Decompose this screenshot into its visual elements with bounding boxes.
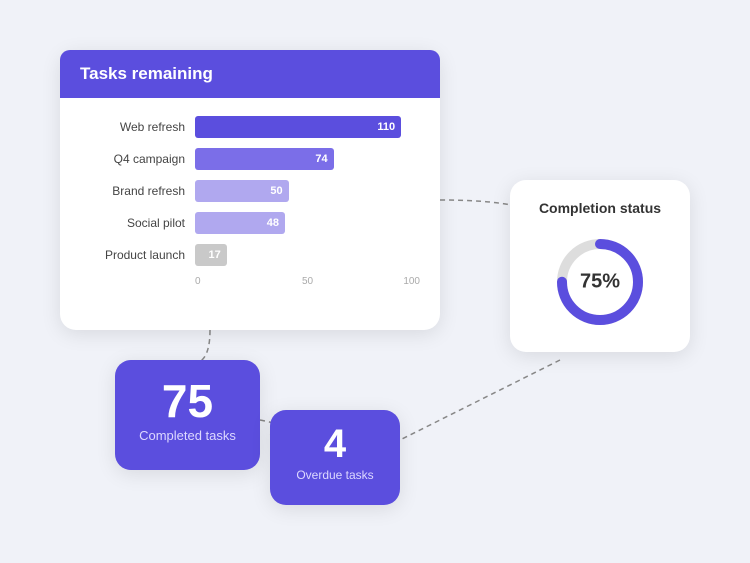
overdue-tasks-card: 4 Overdue tasks xyxy=(270,410,400,505)
donut-chart: 75% xyxy=(550,232,650,332)
bar-track-q4: 74 xyxy=(195,148,420,170)
bar-fill-q4: 74 xyxy=(195,148,334,170)
bar-row-web-refresh: Web refresh 110 xyxy=(80,116,420,138)
bar-value-product: 17 xyxy=(208,249,220,261)
tasks-card-title: Tasks remaining xyxy=(60,50,440,98)
completion-status-card: Completion status 75% xyxy=(510,180,690,352)
bar-label-product: Product launch xyxy=(80,248,185,262)
bar-label-social: Social pilot xyxy=(80,216,185,230)
bar-label-web-refresh: Web refresh xyxy=(80,120,185,134)
overdue-tasks-label: Overdue tasks xyxy=(282,468,388,482)
axis-tick-0: 0 xyxy=(195,276,270,287)
bar-value-social: 48 xyxy=(267,217,279,229)
completion-card-title: Completion status xyxy=(530,200,670,216)
bar-track-web-refresh: 110 xyxy=(195,116,420,138)
bar-value-brand: 50 xyxy=(270,185,282,197)
bar-row-social: Social pilot 48 xyxy=(80,212,420,234)
bar-row-brand: Brand refresh 50 xyxy=(80,180,420,202)
bar-label-q4: Q4 campaign xyxy=(80,152,185,166)
bar-row-q4: Q4 campaign 74 xyxy=(80,148,420,170)
donut-percent-label: 75% xyxy=(580,271,620,294)
axis-ticks: 0 50 100 xyxy=(195,276,420,287)
overdue-tasks-number: 4 xyxy=(282,424,388,464)
bar-fill-social: 48 xyxy=(195,212,285,234)
bar-label-brand: Brand refresh xyxy=(80,184,185,198)
bar-fill-brand: 50 xyxy=(195,180,289,202)
bar-value-web-refresh: 110 xyxy=(377,121,395,133)
tasks-remaining-card: Tasks remaining Web refresh 110 Q4 campa… xyxy=(60,50,440,330)
axis-tick-100: 100 xyxy=(345,276,420,287)
bar-chart: Web refresh 110 Q4 campaign 74 Brand ref… xyxy=(80,116,420,287)
axis-tick-50: 50 xyxy=(270,276,345,287)
bar-fill-product: 17 xyxy=(195,244,227,266)
completed-tasks-label: Completed tasks xyxy=(129,428,246,443)
bar-fill-web-refresh: 110 xyxy=(195,116,401,138)
bar-row-product: Product launch 17 xyxy=(80,244,420,266)
bar-track-social: 48 xyxy=(195,212,420,234)
completed-tasks-card: 75 Completed tasks xyxy=(115,360,260,470)
bar-track-brand: 50 xyxy=(195,180,420,202)
completed-tasks-number: 75 xyxy=(129,378,246,424)
bar-value-q4: 74 xyxy=(315,153,327,165)
bar-track-product: 17 xyxy=(195,244,420,266)
